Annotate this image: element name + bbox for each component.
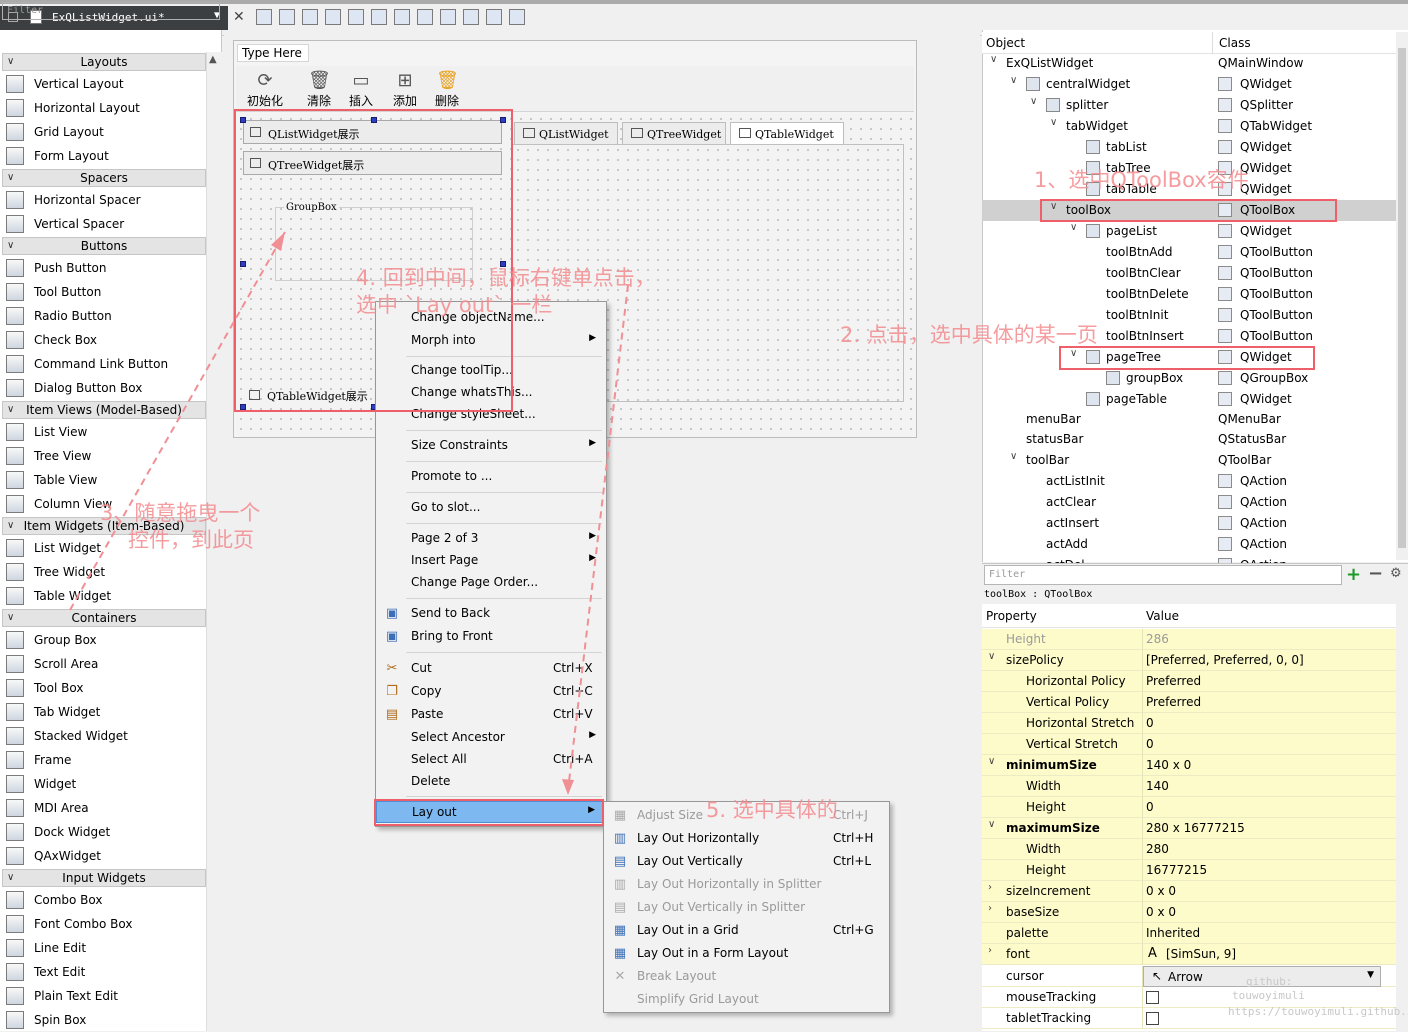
- annotation-step3-line2: 控件，到此页: [128, 528, 254, 552]
- annotation-step4-line1: 4. 回到中间，鼠标右键单点击，: [356, 266, 656, 290]
- drag-arrow-head: [271, 232, 285, 251]
- menu-arrow-line: [567, 284, 629, 791]
- annotation-step5: 5. 选中具体的: [706, 798, 838, 822]
- annotation-step2: 2. 点击，选中具体的某一页: [840, 323, 1098, 347]
- menu-arrow-head: [562, 779, 574, 795]
- watermark-line2: touwoyimuli: [1232, 989, 1305, 1002]
- annotation-step1: 1、选中QToolBox容件: [1034, 168, 1249, 192]
- watermark-line1: github:: [1246, 975, 1293, 988]
- annotation-step4-line2: 选中 `Lay out` 一栏: [356, 293, 553, 317]
- annotation-step3-line1: 3、随意拖曳一个: [100, 501, 261, 525]
- watermark-line3: https://touwoyimuli.github.io: [1228, 1005, 1408, 1018]
